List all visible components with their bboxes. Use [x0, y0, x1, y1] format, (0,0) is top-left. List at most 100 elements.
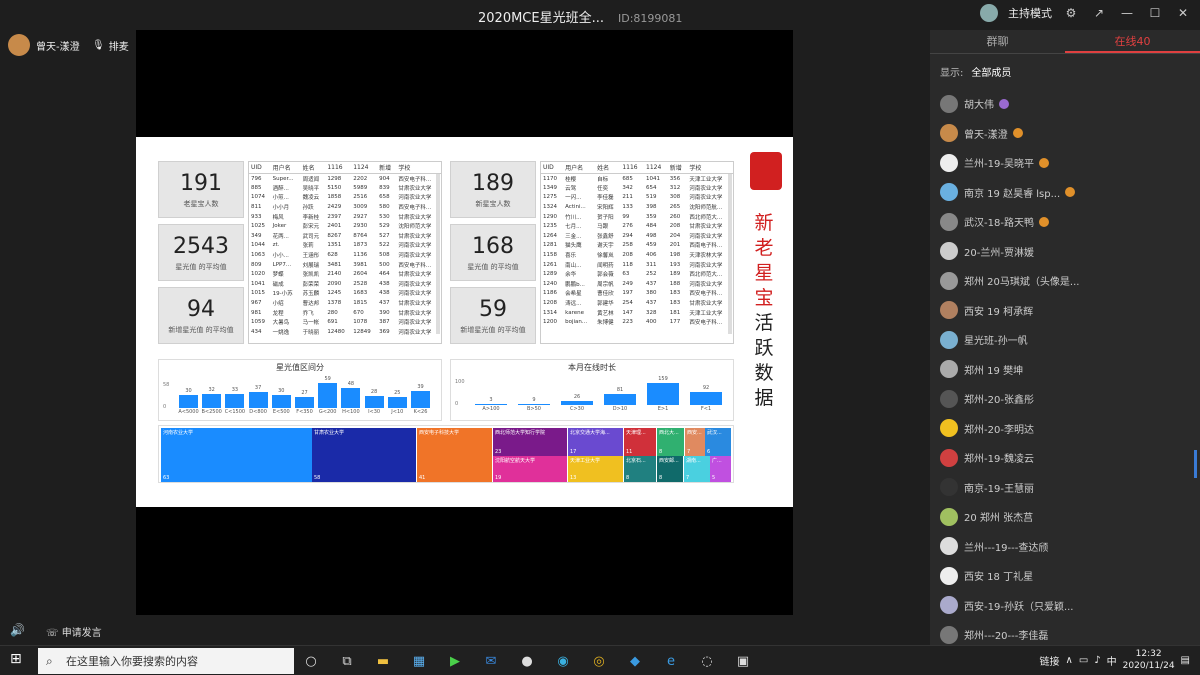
file-explorer-icon[interactable]: ▬ [372, 650, 394, 672]
edge-icon[interactable]: ◉ [552, 650, 574, 672]
window-icon[interactable]: ▣ [732, 650, 754, 672]
treemap-cell[interactable]: 河南农业大学 63 [161, 428, 312, 482]
bar[interactable] [295, 396, 314, 408]
tab-online[interactable]: 在线40 [1065, 30, 1200, 53]
bar[interactable] [271, 395, 291, 408]
volume-tray-icon[interactable]: ♪ [1094, 655, 1100, 666]
table-header[interactable]: 1116 [325, 162, 352, 174]
host-mode-label[interactable]: 主持模式 [1008, 5, 1052, 21]
table-header[interactable]: 学校 [396, 162, 441, 174]
maximize-icon[interactable]: ☐ [1146, 4, 1164, 22]
member-item[interactable]: 西安 19 柯承辉 [930, 296, 1200, 326]
settings-icon[interactable]: ⚙ [1062, 4, 1080, 22]
raise-mic-button[interactable]: 🎙 排麦 [92, 38, 129, 53]
chrome-icon[interactable]: ◎ [588, 650, 610, 672]
table-header[interactable]: 用户名 [563, 162, 596, 174]
media-icon[interactable]: ◌ [696, 650, 718, 672]
clock[interactable]: 12:32 2020/11/24 [1123, 648, 1175, 672]
volume-icon[interactable]: 🔊 [10, 623, 25, 637]
bar[interactable] [179, 395, 198, 408]
member-item[interactable]: 郑州 19 樊坤 [930, 355, 1200, 385]
member-item[interactable]: 兰州-19-吴晓平 [930, 148, 1200, 178]
treemap-cell[interactable]: 西北大... 8 [657, 428, 684, 456]
member-item[interactable]: 胡大伟 [930, 89, 1200, 119]
table-header[interactable]: 新增 [377, 162, 397, 174]
member-item[interactable]: 20-兰州-贾淋媛 [930, 237, 1200, 267]
bar[interactable] [202, 394, 222, 408]
bar[interactable] [604, 393, 636, 405]
treemap-cell[interactable]: 北京石... 8 [624, 456, 656, 482]
close-icon[interactable]: ✕ [1174, 4, 1192, 22]
share-icon[interactable]: ↗ [1090, 4, 1108, 22]
qq-icon[interactable]: ● [516, 650, 538, 672]
table-header[interactable]: UID [249, 162, 271, 174]
bar[interactable] [475, 404, 507, 405]
treemap-cell[interactable]: 北京交通大学海... 17 [568, 428, 623, 456]
member-item[interactable]: 武汉-18-路天鸭 [930, 207, 1200, 237]
treemap-cell[interactable]: 西北师范大学知行学院 23 [493, 428, 567, 456]
ie-icon[interactable]: e [660, 650, 682, 672]
treemap-cell[interactable]: 湖南... 7 [684, 456, 710, 482]
bar[interactable] [387, 397, 407, 408]
task-view-icon[interactable]: ○ [300, 650, 322, 672]
member-item[interactable]: 西安 18 丁礼星 [930, 561, 1200, 591]
bar[interactable] [561, 401, 593, 405]
table-header[interactable]: 1124 [644, 162, 668, 174]
member-item[interactable]: 西安-19-孙跃（只爱颖... [930, 591, 1200, 621]
table-header[interactable]: 1124 [351, 162, 378, 174]
member-item[interactable]: 郑州 20马琪斌（头像是... [930, 266, 1200, 296]
bar[interactable] [647, 383, 679, 405]
treemap-cell[interactable]: 天津理... 11 [624, 428, 656, 456]
table-header[interactable]: 姓名 [595, 162, 621, 174]
treemap-cell[interactable]: 西安邮... 8 [657, 456, 683, 482]
member-item[interactable]: 南京 19 赵昊睿 lsp... [930, 178, 1200, 208]
apply-speak-button[interactable]: ☏ 申请发言 [46, 624, 102, 639]
table-header[interactable]: 新增 [667, 162, 688, 174]
member-item[interactable]: 郑州-20-李明达 [930, 414, 1200, 444]
bar[interactable] [248, 392, 268, 408]
member-item[interactable]: 兰州---19---查达颀 [930, 532, 1200, 562]
treemap-cell[interactable]: 武汉... 6 [705, 428, 731, 456]
bar[interactable] [318, 383, 338, 408]
member-filter[interactable]: 显示: 全部成员 [930, 54, 1200, 89]
video-app-icon[interactable]: ▶ [444, 650, 466, 672]
mail-icon[interactable]: ✉ [480, 650, 502, 672]
task-switch-icon[interactable]: ⧉ [336, 650, 358, 672]
link-label[interactable]: 链接 [1040, 653, 1060, 668]
member-item[interactable]: 20 郑州 张杰莒 [930, 502, 1200, 532]
scrollbar[interactable] [1194, 450, 1197, 478]
store-icon[interactable]: ▦ [408, 650, 430, 672]
bar[interactable] [364, 396, 384, 408]
table-header[interactable]: UID [541, 162, 564, 174]
bar[interactable] [225, 394, 245, 408]
treemap-cell[interactable]: 沈阳航空航天大学 19 [493, 456, 567, 482]
minimize-icon[interactable]: — [1118, 4, 1136, 22]
treemap-cell[interactable]: 天津工业大学 13 [568, 456, 623, 482]
member-item[interactable]: 曾天-漾澄 [930, 119, 1200, 149]
notification-icon[interactable]: ▤ [1181, 655, 1190, 666]
taskbar-search[interactable]: ⌕ 在这里输入你要搜索的内容 [38, 648, 294, 674]
table-header[interactable]: 姓名 [300, 162, 326, 174]
treemap-cell[interactable]: 西安电子科技大学 41 [417, 428, 492, 482]
table-header[interactable]: 1116 [620, 162, 645, 174]
member-item[interactable]: 星光班-孙一帆 [930, 325, 1200, 355]
tray-up-icon[interactable]: ∧ [1066, 655, 1073, 666]
table-header[interactable]: 学校 [687, 162, 733, 174]
table-cell: 3981 [353, 261, 368, 268]
treemap-cell[interactable]: 广... 5 [710, 456, 731, 482]
bar[interactable] [690, 392, 722, 405]
app-icon[interactable]: ◆ [624, 650, 646, 672]
bar[interactable] [411, 391, 430, 408]
member-item[interactable]: 南京-19-王慧丽 [930, 473, 1200, 503]
member-item[interactable]: 郑州-19-魏凌云 [930, 443, 1200, 473]
table-header[interactable]: 用户名 [270, 162, 301, 174]
member-item[interactable]: 郑州-20-张鑫彤 [930, 384, 1200, 414]
bar[interactable] [518, 403, 550, 405]
ime-icon[interactable]: 中 [1107, 653, 1117, 668]
windows-start-icon[interactable]: ⊞ [10, 651, 24, 667]
tab-group-chat[interactable]: 群聊 [930, 30, 1065, 53]
treemap-cell[interactable]: 西安... 7 [685, 428, 705, 456]
bar[interactable] [341, 387, 361, 408]
network-icon[interactable]: ▭ [1079, 655, 1088, 666]
treemap-cell[interactable]: 甘肃农业大学 58 [312, 428, 416, 482]
